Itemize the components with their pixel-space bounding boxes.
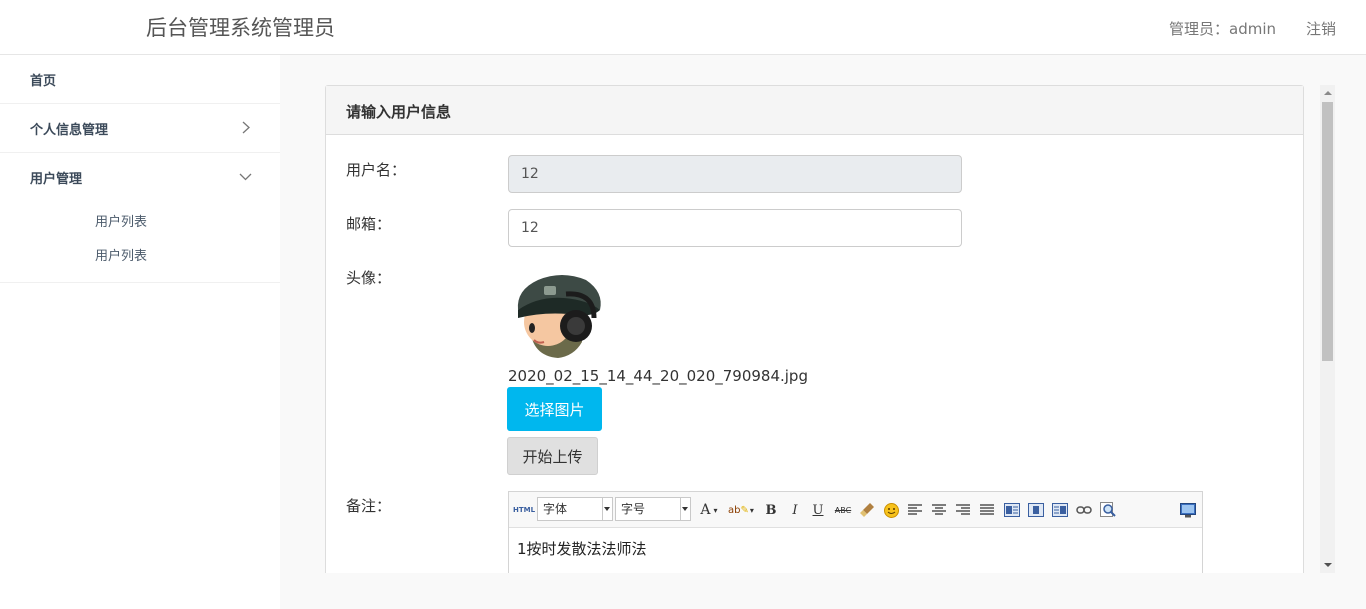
email-label: 邮箱：: [346, 215, 392, 233]
sidebar-item-home[interactable]: 首页: [0, 55, 280, 104]
start-upload-button[interactable]: 开始上传: [507, 437, 598, 475]
dropdown-arrow-icon: [682, 507, 688, 511]
sidebar: 首页 个人信息管理 用户管理 用户列表 用户列表: [0, 55, 280, 609]
image-float-right-icon[interactable]: [1051, 501, 1069, 519]
chevron-down-icon: [239, 173, 252, 181]
align-left-icon[interactable]: [907, 501, 923, 519]
strikethrough-icon[interactable]: ABC: [833, 501, 853, 519]
align-justify-icon[interactable]: [979, 501, 995, 519]
sidebar-subitem-user-list[interactable]: 用户列表: [0, 240, 280, 274]
editor-content[interactable]: 1按时发散法法师法: [509, 528, 1202, 569]
scroll-down-arrow-icon[interactable]: [1324, 563, 1332, 567]
clear-format-icon[interactable]: [858, 501, 876, 519]
italic-icon[interactable]: I: [787, 501, 803, 519]
scroll-up-arrow-icon[interactable]: [1324, 91, 1332, 95]
current-user-label: 管理员：admin: [1169, 20, 1276, 38]
bold-icon[interactable]: B: [763, 501, 779, 519]
logout-link[interactable]: 注销: [1306, 18, 1336, 39]
editor-toolbar: HTML 字体 字号 A ▾ ab ✎ ▾ B I U ABC: [509, 492, 1202, 528]
username-label: 用户名：: [346, 161, 407, 179]
font-family-select[interactable]: 字体: [537, 497, 613, 521]
email-field[interactable]: 12: [508, 209, 962, 247]
top-header: 后台管理系统管理员 管理员：admin 注销: [0, 0, 1366, 55]
avatar-label: 头像：: [346, 269, 392, 287]
sidebar-subitem-user-list[interactable]: 用户列表: [0, 206, 280, 240]
fullscreen-icon[interactable]: [1179, 501, 1197, 519]
scrollbar-thumb[interactable]: [1322, 102, 1333, 361]
dropdown-arrow-icon: [604, 507, 610, 511]
sidebar-item-user-management[interactable]: 用户管理: [0, 153, 280, 202]
user-management-submenu: 用户列表 用户列表: [0, 202, 280, 283]
html-source-button[interactable]: HTML: [513, 501, 535, 519]
sidebar-item-label: 用户管理: [30, 172, 83, 187]
image-float-left-icon[interactable]: [1003, 501, 1021, 519]
font-color-icon[interactable]: A ▾: [696, 501, 722, 519]
username-field[interactable]: 12: [508, 155, 962, 193]
choose-image-button[interactable]: 选择图片: [507, 387, 602, 431]
panel-title: 请输入用户信息: [326, 86, 1303, 135]
search-replace-icon[interactable]: [1099, 501, 1117, 519]
emoticon-icon[interactable]: [882, 501, 900, 519]
chevron-right-icon: [242, 121, 250, 134]
remark-label: 备注：: [346, 497, 392, 515]
app-title: 后台管理系统管理员: [146, 16, 335, 40]
sidebar-item-label: 个人信息管理: [30, 122, 109, 138]
underline-icon[interactable]: U: [810, 501, 826, 519]
align-center-icon[interactable]: [931, 501, 947, 519]
font-size-select[interactable]: 字号: [615, 497, 691, 521]
sidebar-item-label: 首页: [30, 73, 57, 89]
highlight-color-icon[interactable]: ab ✎ ▾: [727, 501, 755, 519]
avatar-filename: 2020_02_15_14_44_20_020_790984.jpg: [508, 367, 808, 385]
image-center-icon[interactable]: [1027, 501, 1045, 519]
font-family-value: 字体: [543, 502, 568, 516]
link-icon[interactable]: [1075, 501, 1093, 519]
vertical-scrollbar[interactable]: [1320, 85, 1335, 573]
font-size-value: 字号: [621, 502, 646, 516]
sidebar-item-personal-info[interactable]: 个人信息管理: [0, 104, 280, 153]
main-content: 请输入用户信息 用户名： 12 邮箱： 12 头像： 2020_02_15_14…: [280, 55, 1366, 573]
user-form-panel: 请输入用户信息 用户名： 12 邮箱： 12 头像： 2020_02_15_14…: [325, 85, 1304, 573]
rich-text-editor: HTML 字体 字号 A ▾ ab ✎ ▾ B I U ABC 1按时发散法法师…: [508, 491, 1203, 573]
avatar-image: [517, 275, 601, 358]
align-right-icon[interactable]: [955, 501, 971, 519]
